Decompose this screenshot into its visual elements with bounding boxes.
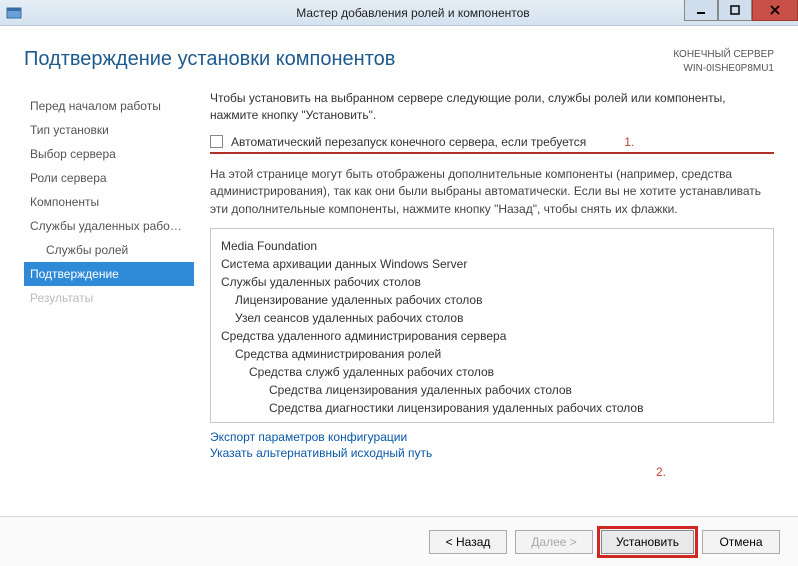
install-button[interactable]: Установить: [601, 530, 694, 554]
auto-restart-row[interactable]: Автоматический перезапуск конечного серв…: [210, 135, 774, 154]
list-item[interactable]: Средства служб удаленных рабочих столов: [249, 363, 763, 381]
window-title: Мастер добавления ролей и компонентов: [28, 6, 798, 20]
list-item[interactable]: Узел сеансов удаленных рабочих столов: [235, 309, 763, 327]
note-text: На этой странице могут быть отображены д…: [210, 166, 774, 218]
list-item[interactable]: Средства администрирования ролей: [235, 345, 763, 363]
export-config-link[interactable]: Экспорт параметров конфигурации: [210, 429, 774, 445]
list-item[interactable]: Система архивации данных Windows Server: [221, 255, 763, 273]
list-item[interactable]: Средства удаленного администрирования се…: [221, 327, 763, 345]
maximize-button[interactable]: [718, 0, 752, 21]
next-button: Далее >: [515, 530, 593, 554]
server-label: КОНЕЧНЫЙ СЕРВЕР: [673, 48, 774, 62]
list-item[interactable]: Средства лицензирования удаленных рабочи…: [269, 381, 763, 399]
sidebar-item-install-type[interactable]: Тип установки: [24, 118, 194, 142]
list-item[interactable]: Лицензирование удаленных рабочих столов: [235, 291, 763, 309]
app-icon: [6, 5, 22, 21]
server-name: WIN-0ISHE0P8MU1: [673, 62, 774, 76]
list-item[interactable]: Средства диагностики лицензирования удал…: [269, 399, 763, 417]
auto-restart-label: Автоматический перезапуск конечного серв…: [231, 135, 586, 149]
sidebar-item-server-roles[interactable]: Роли сервера: [24, 166, 194, 190]
annotation-2: 2.: [210, 465, 774, 479]
titlebar: Мастер добавления ролей и компонентов: [0, 0, 798, 26]
cancel-button[interactable]: Отмена: [702, 530, 780, 554]
wizard-footer: < Назад Далее > Установить Отмена: [0, 516, 798, 566]
list-item[interactable]: Media Foundation: [221, 237, 763, 255]
sidebar-item-confirmation[interactable]: Подтверждение: [24, 262, 194, 286]
intro-text: Чтобы установить на выбранном сервере сл…: [210, 90, 774, 125]
server-info: КОНЕЧНЫЙ СЕРВЕР WIN-0ISHE0P8MU1: [673, 48, 774, 76]
auto-restart-checkbox[interactable]: [210, 135, 223, 148]
window-controls: [684, 0, 798, 21]
sidebar-item-role-services[interactable]: Службы ролей: [24, 238, 194, 262]
close-button[interactable]: [752, 0, 798, 21]
sidebar-item-results: Результаты: [24, 286, 194, 310]
sidebar-item-server-selection[interactable]: Выбор сервера: [24, 142, 194, 166]
wizard-sidebar: Перед началом работы Тип установки Выбор…: [24, 90, 194, 516]
annotation-1: 1.: [624, 135, 634, 149]
sidebar-item-before-begin[interactable]: Перед началом работы: [24, 94, 194, 118]
list-item[interactable]: Службы удаленных рабочих столов: [221, 273, 763, 291]
sidebar-item-features[interactable]: Компоненты: [24, 190, 194, 214]
alt-source-link[interactable]: Указать альтернативный исходный путь: [210, 445, 774, 461]
back-button[interactable]: < Назад: [429, 530, 507, 554]
components-listbox[interactable]: Media FoundationСистема архивации данных…: [210, 228, 774, 423]
sidebar-item-rds[interactable]: Службы удаленных рабо…: [24, 214, 194, 238]
minimize-button[interactable]: [684, 0, 718, 21]
page-title: Подтверждение установки компонентов: [24, 48, 395, 71]
